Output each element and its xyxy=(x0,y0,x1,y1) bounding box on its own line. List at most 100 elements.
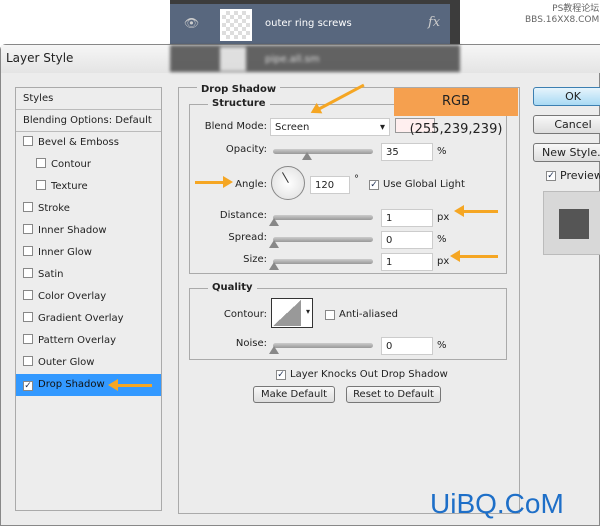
style-item-stroke[interactable]: Stroke xyxy=(16,198,161,220)
size-slider[interactable] xyxy=(269,259,373,270)
spread-unit: % xyxy=(437,234,447,245)
degree-unit: ° xyxy=(354,174,359,185)
blend-mode-label: Blend Mode: xyxy=(204,121,267,132)
style-item-pattern-overlay[interactable]: Pattern Overlay xyxy=(16,330,161,352)
spread-slider[interactable] xyxy=(269,237,373,248)
distance-input[interactable]: 1 xyxy=(381,209,433,227)
noise-input[interactable]: 0 xyxy=(381,337,433,355)
layer-row[interactable]: 👁 outer ring screws fx xyxy=(170,4,450,44)
blurred-layer-name: pipe.all.sm xyxy=(265,54,320,65)
size-unit: px xyxy=(437,256,450,267)
blend-mode-value: Screen xyxy=(275,122,310,133)
style-item-gradient-overlay[interactable]: Gradient Overlay xyxy=(16,308,161,330)
distance-unit: px xyxy=(437,212,450,223)
fx-icon[interactable]: fx xyxy=(428,15,440,30)
distance-slider[interactable] xyxy=(269,215,373,226)
style-checkbox[interactable] xyxy=(23,334,33,344)
opacity-slider[interactable] xyxy=(273,149,373,160)
opacity-label: Opacity: xyxy=(225,144,267,155)
style-item-styles[interactable]: Styles xyxy=(16,88,161,110)
contour-label: Contour: xyxy=(223,309,267,320)
style-checkbox[interactable] xyxy=(23,356,33,366)
style-checkbox[interactable] xyxy=(23,290,33,300)
opacity-input[interactable]: 35 xyxy=(381,143,433,161)
style-item-blending-options-default[interactable]: Blending Options: Default xyxy=(16,110,161,132)
reset-to-default-button[interactable]: Reset to Default xyxy=(346,386,441,403)
new-style-button[interactable]: New Style... xyxy=(533,143,600,162)
style-checkbox[interactable] xyxy=(23,246,33,256)
ok-button[interactable]: OK xyxy=(533,87,600,106)
style-checkbox[interactable] xyxy=(23,136,33,146)
style-item-label: Satin xyxy=(38,269,64,280)
layer-name: outer ring screws xyxy=(265,18,352,29)
preview-thumbnail xyxy=(543,191,600,255)
size-input[interactable]: 1 xyxy=(381,253,433,271)
style-item-label: Blending Options: Default xyxy=(23,115,152,126)
arrow-annotation xyxy=(108,379,152,391)
styles-list: Styles Blending Options: Default Bevel & E… xyxy=(15,87,162,511)
use-global-light-label: Use Global Light xyxy=(383,179,465,190)
contour-picker[interactable]: ▾ xyxy=(271,298,313,328)
drop-shadow-heading: Drop Shadow xyxy=(197,84,281,95)
style-item-inner-shadow[interactable]: Inner Shadow xyxy=(16,220,161,242)
style-checkbox[interactable] xyxy=(36,158,46,168)
style-checkbox[interactable]: ✓ xyxy=(23,381,33,391)
blurred-layer-row: pipe.all.sm xyxy=(170,45,460,72)
style-item-color-overlay[interactable]: Color Overlay xyxy=(16,286,161,308)
watermark-top: PS教程论坛 BBS.16XX8.COM xyxy=(525,4,600,25)
style-item-label: Outer Glow xyxy=(38,357,95,368)
arrow-annotation xyxy=(450,250,498,262)
layer-style-dialog: Layer Style Styles Blending Options: Defa… xyxy=(0,44,600,526)
distance-label: Distance: xyxy=(219,210,267,221)
knockout-checkbox[interactable]: ✓ xyxy=(276,370,286,380)
style-item-bevel-emboss[interactable]: Bevel & Emboss xyxy=(16,132,161,154)
style-item-label: Styles xyxy=(23,93,54,104)
blurred-layer-thumbnail xyxy=(220,47,246,71)
style-item-label: Inner Shadow xyxy=(38,225,107,236)
anti-aliased-label: Anti-aliased xyxy=(339,309,399,320)
make-default-button[interactable]: Make Default xyxy=(253,386,335,403)
style-item-label: Bevel & Emboss xyxy=(38,137,119,148)
style-checkbox[interactable] xyxy=(23,202,33,212)
opacity-unit: % xyxy=(437,146,447,157)
style-checkbox[interactable] xyxy=(23,312,33,322)
style-item-label: Inner Glow xyxy=(38,247,92,258)
drop-shadow-panel: Drop Shadow Structure Blend Mode: Screen… xyxy=(178,84,520,514)
style-checkbox[interactable] xyxy=(36,180,46,190)
use-global-light-checkbox[interactable]: ✓ xyxy=(369,180,379,190)
chevron-down-icon: ▾ xyxy=(379,122,385,133)
style-item-label: Gradient Overlay xyxy=(38,313,124,324)
angle-dial[interactable] xyxy=(271,166,305,200)
blend-mode-select[interactable]: Screen ▾ xyxy=(270,118,390,136)
style-item-contour[interactable]: Contour xyxy=(16,154,161,176)
style-item-label: Texture xyxy=(51,181,88,192)
style-checkbox[interactable] xyxy=(23,268,33,278)
noise-label: Noise: xyxy=(235,338,267,349)
preview-label: Preview xyxy=(560,169,600,182)
spread-input[interactable]: 0 xyxy=(381,231,433,249)
style-item-texture[interactable]: Texture xyxy=(16,176,161,198)
style-item-inner-glow[interactable]: Inner Glow xyxy=(16,242,161,264)
structure-heading: Structure xyxy=(208,98,270,109)
angle-input[interactable]: 120 xyxy=(310,176,350,194)
layer-thumbnail xyxy=(220,9,252,41)
style-item-label: Pattern Overlay xyxy=(38,335,117,346)
arrow-annotation xyxy=(454,205,498,217)
spread-label: Spread: xyxy=(228,232,267,243)
noise-slider[interactable] xyxy=(269,343,373,354)
style-checkbox[interactable] xyxy=(23,224,33,234)
chevron-down-icon: ▾ xyxy=(305,307,310,316)
eye-icon[interactable]: 👁 xyxy=(184,16,199,30)
style-item-label: Drop Shadow xyxy=(38,379,105,390)
style-item-outer-glow[interactable]: Outer Glow xyxy=(16,352,161,374)
cancel-button[interactable]: Cancel xyxy=(533,115,600,134)
quality-heading: Quality xyxy=(208,282,257,293)
style-item-satin[interactable]: Satin xyxy=(16,264,161,286)
anti-aliased-checkbox[interactable] xyxy=(325,310,335,320)
arrow-annotation xyxy=(195,176,233,188)
style-item-label: Stroke xyxy=(38,203,70,214)
watermark-bottom: UiBQ.CoM xyxy=(430,488,564,519)
preview-checkbox[interactable]: ✓ xyxy=(546,171,556,181)
style-item-label: Color Overlay xyxy=(38,291,107,302)
quality-group: Quality xyxy=(189,282,507,360)
